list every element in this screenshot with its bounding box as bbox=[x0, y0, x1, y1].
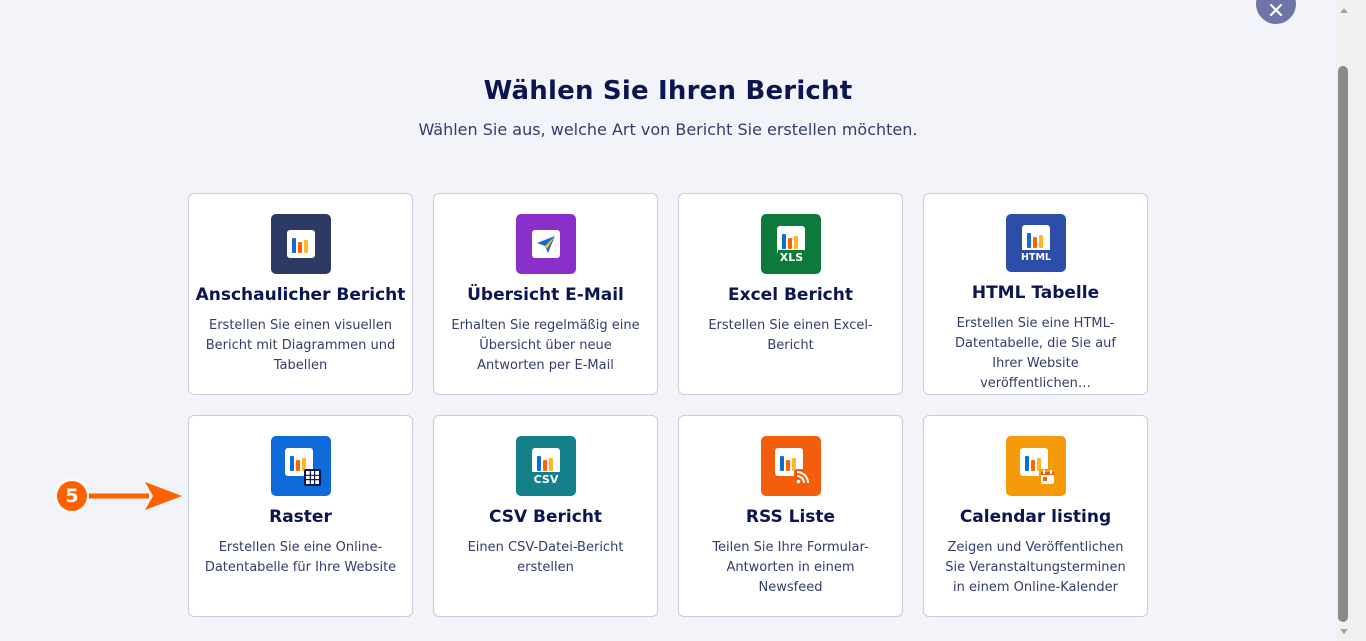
html-table-icon: HTML bbox=[1005, 214, 1066, 272]
card-title: HTML Tabelle bbox=[971, 283, 1100, 303]
report-card-html-table[interactable]: HTML HTML Tabelle Erstellen Sie eine HTM… bbox=[923, 193, 1148, 395]
report-card-email-digest[interactable]: Übersicht E-Mail Erhalten Sie regelmäßig… bbox=[433, 193, 658, 395]
close-button[interactable] bbox=[1256, 0, 1296, 24]
card-description: Zeigen und Veröffentlichen Sie Veranstal… bbox=[945, 540, 1126, 595]
page-title: Wählen Sie Ihren Bericht bbox=[483, 76, 853, 106]
card-description: Erstellen Sie eine HTML-Datentabelle, di… bbox=[955, 316, 1116, 391]
csv-report-icon: CSV bbox=[515, 436, 576, 496]
excel-report-icon: XLS bbox=[760, 214, 821, 274]
dialog-header: Wählen Sie Ihren Bericht Wählen Sie aus,… bbox=[0, 76, 1336, 139]
scrollbar-thumb[interactable] bbox=[1338, 66, 1348, 622]
card-title: Excel Bericht bbox=[728, 285, 853, 305]
card-title: Calendar listing bbox=[959, 507, 1112, 527]
scroll-down-arrow[interactable] bbox=[1340, 629, 1348, 634]
step-arrow-icon bbox=[89, 482, 182, 510]
visual-report-icon bbox=[270, 214, 331, 274]
card-title: Raster bbox=[269, 507, 332, 527]
card-description: Erhalten Sie regelmäßig eine Übersicht ü… bbox=[451, 318, 640, 373]
svg-text:HTML: HTML bbox=[1021, 252, 1051, 263]
grid-report-icon bbox=[270, 436, 331, 496]
report-type-grid: Anschaulicher Bericht Erstellen Sie eine… bbox=[188, 193, 1148, 617]
card-title: CSV Bericht bbox=[488, 507, 603, 527]
card-description: Einen CSV-Datei-Bericht erstellen bbox=[467, 540, 624, 575]
report-card-grid[interactable]: Raster Erstellen Sie eine Online-Datenta… bbox=[188, 415, 413, 617]
svg-text:XLS: XLS bbox=[779, 251, 802, 264]
card-title: Anschaulicher Bericht bbox=[195, 285, 406, 305]
card-description: Erstellen Sie eine Online-Datentabelle f… bbox=[204, 540, 397, 575]
scroll-up-arrow[interactable] bbox=[1340, 8, 1348, 13]
report-card-csv[interactable]: CSV CSV Bericht Einen CSV-Datei-Bericht … bbox=[433, 415, 658, 617]
card-title: RSS Liste bbox=[745, 507, 836, 527]
rss-list-icon bbox=[760, 436, 821, 496]
svg-text:CSV: CSV bbox=[533, 473, 558, 486]
card-description: Erstellen Sie einen Excel-Bericht bbox=[708, 318, 873, 353]
scrollbar[interactable] bbox=[1336, 0, 1366, 641]
step-number-badge: 5 bbox=[55, 479, 89, 513]
card-description: Teilen Sie Ihre Formular-Antworten in ei… bbox=[712, 540, 869, 595]
report-card-rss[interactable]: RSS Liste Teilen Sie Ihre Formular-Antwo… bbox=[678, 415, 903, 617]
email-digest-icon bbox=[515, 214, 576, 274]
card-description: Erstellen Sie einen visuellen Bericht mi… bbox=[205, 318, 396, 373]
report-card-calendar[interactable]: Calendar listing Zeigen und Veröffentlic… bbox=[923, 415, 1148, 617]
page-subtitle: Wählen Sie aus, welche Art von Bericht S… bbox=[418, 120, 918, 139]
report-card-visual[interactable]: Anschaulicher Bericht Erstellen Sie eine… bbox=[188, 193, 413, 395]
close-icon bbox=[1269, 3, 1283, 17]
report-card-excel[interactable]: XLS Excel Bericht Erstellen Sie einen Ex… bbox=[678, 193, 903, 395]
calendar-listing-icon bbox=[1005, 436, 1066, 496]
card-title: Übersicht E-Mail bbox=[467, 285, 624, 305]
